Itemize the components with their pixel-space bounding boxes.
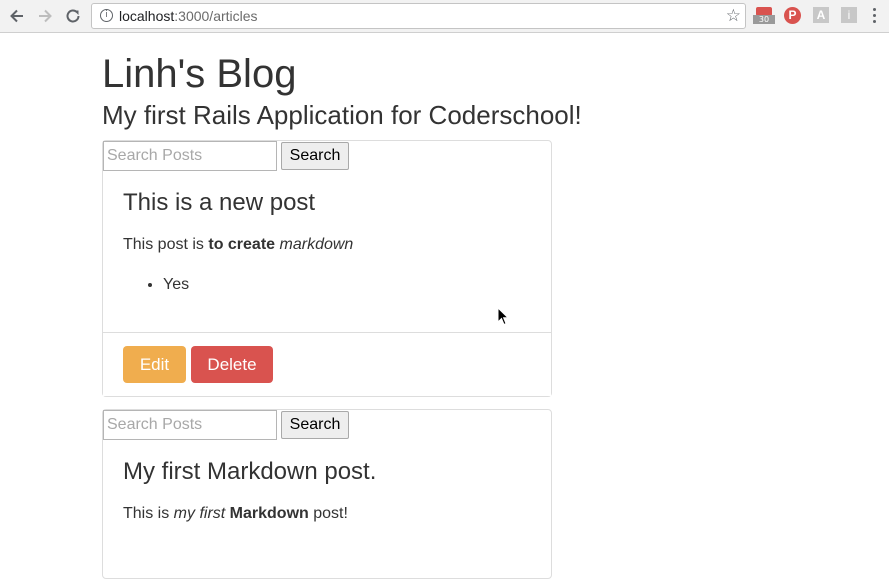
post-body-suffix: post! <box>308 505 348 522</box>
post-body-italic: markdown <box>279 236 354 253</box>
star-icon[interactable]: ☆ <box>726 6 741 26</box>
reload-icon[interactable] <box>63 6 83 26</box>
search-button[interactable]: Search <box>281 411 349 439</box>
edit-button[interactable]: Edit <box>123 346 186 383</box>
list-item: Yes <box>163 275 189 295</box>
post-body-bold: to create <box>208 236 276 253</box>
pinterest-icon[interactable]: P <box>784 7 801 24</box>
post-card: Search This is a new post This post is t… <box>102 140 552 397</box>
post-card: Search My first Markdown post. This is m… <box>102 409 552 579</box>
browser-toolbar: i localhost:3000/articles ☆ 30 P A i <box>0 0 889 33</box>
url-path: :3000/articles <box>174 8 258 24</box>
back-arrow-icon[interactable] <box>7 6 27 26</box>
post-list: Yes <box>123 275 189 295</box>
post-body-text: This post is <box>123 236 209 253</box>
gmail-icon[interactable]: 30 <box>753 6 775 25</box>
search-button[interactable]: Search <box>281 142 349 170</box>
info-icon[interactable]: i <box>100 9 113 22</box>
url-text[interactable]: localhost:3000/articles <box>119 8 258 25</box>
post-body-italic: my first <box>173 505 226 522</box>
gmail-count: 30 <box>753 15 775 24</box>
menu-icon[interactable] <box>873 8 877 26</box>
post-body-text: This is <box>123 505 174 522</box>
post-body: This post is to create markdown <box>123 235 353 255</box>
card-footer: Edit Delete <box>103 332 551 396</box>
delete-button[interactable]: Delete <box>191 346 273 383</box>
blog-title: Linh's Blog <box>102 52 297 96</box>
search-input[interactable] <box>103 141 277 171</box>
extension-a-icon[interactable]: A <box>813 7 829 23</box>
post-body: This is my first Markdown post! <box>123 504 348 524</box>
blog-subtitle: My first Rails Application for Coderscho… <box>102 100 582 130</box>
post-title: My first Markdown post. <box>123 458 377 485</box>
address-bar[interactable]: i localhost:3000/articles ☆ <box>91 3 746 29</box>
forward-arrow-icon[interactable] <box>35 6 55 26</box>
post-body-bold: Markdown <box>229 505 309 522</box>
search-input[interactable] <box>103 410 277 440</box>
extension-i-icon[interactable]: i <box>841 7 857 23</box>
post-title: This is a new post <box>123 189 316 216</box>
mouse-cursor-icon <box>497 307 509 326</box>
url-host: localhost <box>119 8 175 24</box>
